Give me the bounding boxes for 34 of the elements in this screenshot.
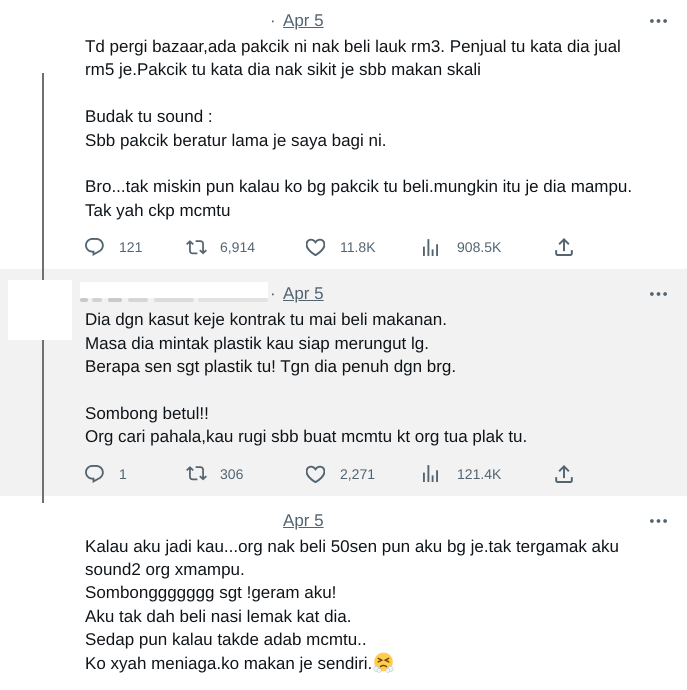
share-button[interactable] — [555, 238, 573, 256]
tweet-text: Dia dgn kasut keje kontrak tu mai beli makanan. Masa dia mintak plastik kau siap merungut lg. Berapa sen sgt plastik tu! Tgn dia penuh dgn brg. — [85, 310, 456, 376]
share-button[interactable] — [555, 464, 573, 483]
tweet-text: Budak tu sound : Sbb pakcik beratur lama je saya bagi ni. — [85, 107, 386, 150]
separator-dot: · — [270, 11, 276, 31]
retweet-icon — [186, 466, 207, 482]
more-icon[interactable] — [650, 518, 667, 523]
speech-bubble-icon — [85, 464, 104, 483]
date-link[interactable]: Apr 5 — [283, 284, 324, 304]
separator-dot: · — [270, 284, 276, 304]
like-button[interactable]: 11.8K — [306, 238, 376, 256]
date-link[interactable]: Apr 5 — [283, 510, 324, 531]
tweet-text: Kalau aku jadi kau...org nak beli 50sen pun aku bg je.tak tergamak aku sound2 org xmampu. Sombonggggggg sgt !geram aku! Aku tak dah beli nasi lemak kat dia. Sedap pun kalau takde adab mcmtu.. Ko xyah meniaga.ko makan je sendiri. — [85, 536, 619, 673]
more-icon[interactable] — [650, 19, 667, 23]
heart-icon — [306, 238, 325, 256]
share-icon — [555, 464, 573, 483]
bar-chart-icon — [423, 465, 438, 482]
date-link[interactable]: Apr 5 — [283, 11, 324, 31]
tweet-text: Bro...tak miskin pun kalau ko bg pakcik tu beli.mungkin itu je dia mampu. Tak yah ckp mcmtu — [85, 177, 632, 220]
share-icon — [555, 238, 573, 256]
speech-bubble-icon — [85, 238, 104, 256]
like-button[interactable]: 2,271 — [306, 464, 376, 483]
retweet-button[interactable]: 306 — [186, 464, 244, 483]
reply-button[interactable]: 121 — [85, 238, 142, 256]
reply-button[interactable]: 1 — [85, 464, 127, 483]
views-button[interactable]: 908.5K — [423, 238, 502, 256]
bar-chart-icon — [423, 238, 438, 256]
retweet-icon — [186, 240, 207, 255]
more-icon[interactable] — [650, 292, 667, 296]
retweet-button[interactable]: 6,914 — [186, 238, 256, 256]
tweet-text: Td pergi bazaar,ada pakcik ni nak beli lauk rm3. Penjual tu kata dia jual rm5 je.Pakcik tu kata dia nak sikit je sbb makan skali — [85, 37, 621, 80]
heart-icon — [306, 464, 325, 483]
views-button[interactable]: 121.4K — [423, 464, 502, 483]
tweet-text: Sombong betul!! Org cari pahala,kau rugi sbb buat mcmtu kt org tua plak tu. — [85, 404, 528, 446]
